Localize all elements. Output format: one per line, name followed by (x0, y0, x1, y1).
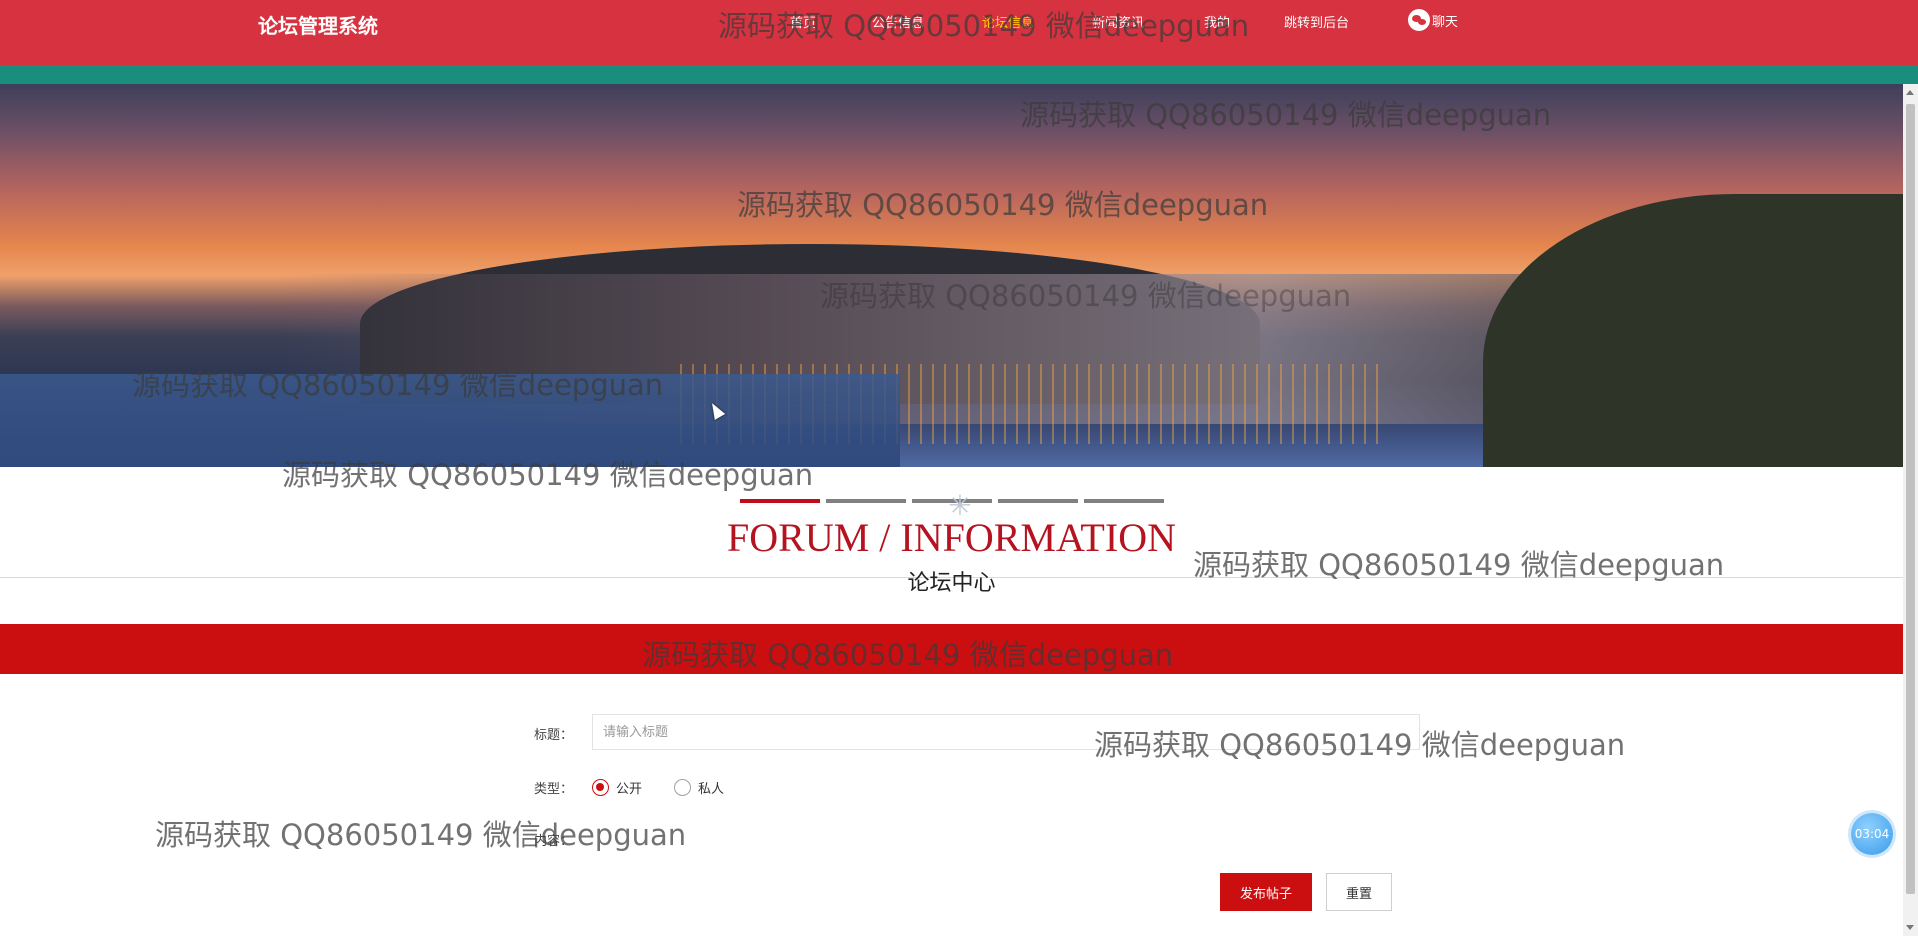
carousel-indicator-2[interactable] (826, 499, 906, 503)
page-scrollbar[interactable] (1903, 84, 1918, 936)
radio-unchecked-icon (674, 779, 691, 796)
type-private-label: 私人 (698, 782, 725, 797)
nav-mine[interactable]: 我的 (1204, 12, 1230, 31)
floating-timer[interactable]: 03:04 (1851, 813, 1893, 855)
banner-trees (1483, 194, 1903, 467)
reset-button[interactable]: 重置 (1326, 873, 1392, 911)
chat-label: 聊天 (1432, 14, 1459, 30)
scroll-thumb[interactable] (1906, 104, 1915, 894)
publish-post-button[interactable]: 发布帖子 (1220, 873, 1312, 911)
section-red-bar (0, 624, 1903, 674)
type-private-radio[interactable]: 私人 (674, 778, 724, 797)
top-navbar: 论坛管理系统 首页 公告信息 论坛信息 新闻资讯 我的 跳转到后台 聊天 (0, 0, 1918, 65)
banner-water (0, 374, 900, 467)
title-field-label: 标题： (534, 728, 574, 743)
type-public-label: 公开 (616, 782, 643, 797)
banner-image (0, 84, 1903, 467)
scroll-down-arrow-icon[interactable] (1906, 925, 1914, 930)
carousel-indicator-4[interactable] (998, 499, 1078, 503)
chat-icon (1408, 9, 1430, 31)
section-title-cn: 论坛中心 (907, 571, 996, 596)
scroll-up-arrow-icon[interactable] (1906, 90, 1914, 95)
section-title-en: FORUM / INFORMATION (727, 515, 1176, 560)
header-divider (0, 65, 1918, 84)
content-field-label: 内容： (534, 834, 574, 849)
nav-forum[interactable]: 论坛信息 (982, 12, 1034, 31)
nav-home[interactable]: 首页 (790, 12, 816, 31)
watermark: 源码获取 QQ86050149 微信deepguan (155, 818, 687, 852)
type-public-radio[interactable]: 公开 (592, 778, 642, 797)
type-field-label: 类型： (534, 782, 574, 797)
nav-admin[interactable]: 跳转到后台 (1284, 12, 1349, 31)
nav-news[interactable]: 新闻资讯 (1092, 12, 1144, 31)
carousel-indicator-5[interactable] (1084, 499, 1164, 503)
chat-button[interactable]: 聊天 (1408, 9, 1458, 31)
site-logo[interactable]: 论坛管理系统 (258, 10, 378, 39)
nav-announcements[interactable]: 公告信息 (872, 12, 924, 31)
radio-checked-icon (592, 779, 609, 796)
title-input[interactable] (592, 714, 1420, 750)
carousel-indicator-1[interactable] (740, 499, 820, 503)
